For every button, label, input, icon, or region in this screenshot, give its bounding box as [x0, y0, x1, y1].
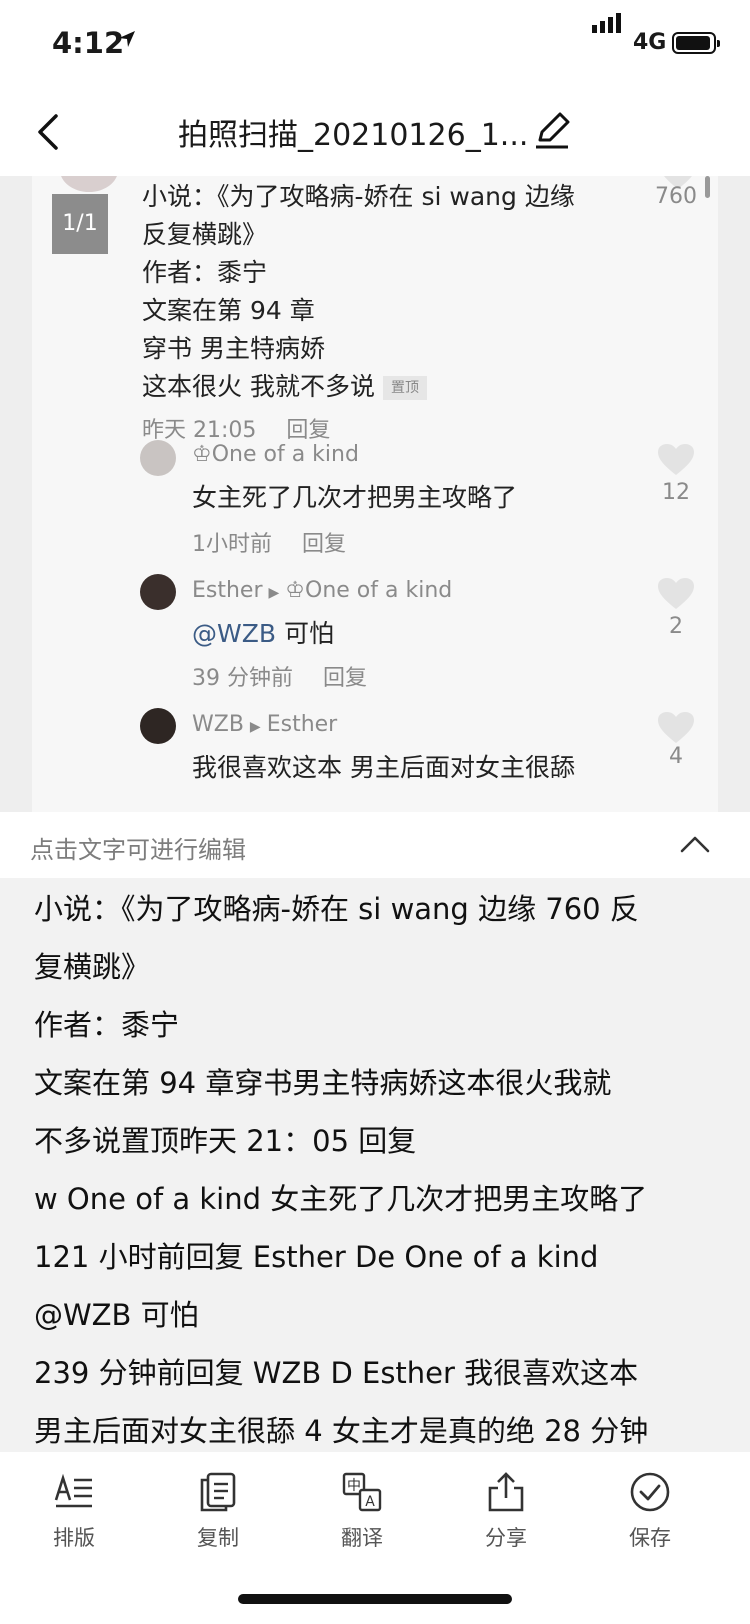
heart-icon — [658, 712, 694, 743]
reply-text: 我很喜欢这本 男主后面对女主很舔 — [192, 753, 575, 782]
like-count: 760 — [655, 184, 697, 209]
chevron-up-icon[interactable] — [680, 834, 710, 854]
copy-label: 复制 — [197, 1526, 239, 1550]
ocr-line[interactable]: 239 分钟前回复 WZB D Esther 我很喜欢这本 — [34, 1350, 638, 1392]
network-type: 4G — [633, 30, 667, 55]
reply-text: 女主死了几次才把男主攻略了 — [192, 483, 518, 512]
pin-badge: 置顶 — [382, 376, 427, 400]
nav-bar: 拍照扫描_20210126_1... — [0, 92, 750, 176]
reply-link: 回复 — [302, 532, 347, 557]
post-line: 文案在第 94 章 — [142, 296, 315, 325]
reply-author: ♔One of a kind — [192, 442, 359, 467]
ocr-line[interactable]: 复横跳》 — [34, 944, 150, 986]
avatar — [140, 440, 176, 476]
battery-icon — [672, 32, 720, 54]
share-button[interactable]: 分享 — [456, 1470, 556, 1552]
reply-text: @WZB 可怕 — [192, 619, 334, 648]
post-line: 这本很火 我就不多说 置顶 — [142, 368, 575, 406]
ocr-line[interactable]: 作者：黍宁 — [34, 1002, 179, 1044]
layout-icon — [54, 1473, 92, 1508]
ocr-line[interactable]: 小说：《为了攻略病-娇在 si wang 边缘 760 反 — [34, 886, 639, 928]
reply-author: WZB ▶ Esther — [192, 712, 338, 737]
ocr-line[interactable]: 文案在第 94 章穿书男主特病娇这本很火我就 — [34, 1060, 611, 1102]
reply-author: Esther ▶ ♔One of a kind — [192, 578, 453, 603]
status-time: 4:12 — [52, 26, 125, 60]
back-chevron-icon[interactable] — [30, 112, 70, 152]
status-bar: 4:12 4G — [0, 0, 750, 92]
layout-label: 排版 — [53, 1526, 95, 1550]
ocr-line[interactable]: 不多说置顶昨天 21：05 回复 — [34, 1118, 416, 1160]
copy-icon — [200, 1472, 236, 1512]
post-reply-link: 回复 — [286, 418, 331, 443]
ocr-line[interactable]: 121 小时前回复 Esther De One of a kind — [34, 1234, 598, 1276]
post-line: 作者：黍宁 — [142, 258, 268, 287]
save-check-icon — [630, 1472, 670, 1512]
svg-text:A: A — [365, 1494, 375, 1510]
location-arrow-icon — [119, 31, 135, 47]
reply-meta: 39 分钟前 回复 — [192, 660, 367, 692]
like-count: 12 — [662, 480, 690, 505]
post-body: 小说：《为了攻略病-娇在 si wang 边缘 反复横跳》 作者：黍宁 文案在第… — [142, 178, 575, 450]
layout-button[interactable]: 排版 — [24, 1470, 124, 1552]
translate-icon: 中 A — [342, 1472, 382, 1512]
home-indicator[interactable] — [238, 1594, 512, 1604]
reply-time: 39 分钟前 — [192, 666, 293, 691]
edit-hint-bar[interactable]: 点击文字可进行编辑 — [0, 812, 750, 878]
reply-meta: 1小时前 回复 — [192, 526, 346, 558]
recognized-text[interactable]: 小说：《为了攻略病-娇在 si wang 边缘 760 反 复横跳》 作者：黍宁… — [0, 878, 750, 1452]
ocr-line[interactable]: 男主后面对女主很舔 4 女主才是真的绝 28 分钟 — [34, 1408, 648, 1450]
like-count: 4 — [669, 744, 683, 769]
share-label: 分享 — [485, 1526, 527, 1550]
scanned-photo: 1/1 小说：《为了攻略病-娇在 si wang 边缘 反复横跳》 作者：黍宁 … — [0, 176, 750, 812]
avatar — [140, 574, 176, 610]
page-badge: 1/1 — [52, 194, 108, 254]
edit-pencil-icon[interactable] — [532, 110, 572, 150]
translate-label: 翻译 — [341, 1526, 383, 1550]
mention-link: @WZB — [192, 619, 276, 648]
edit-hint-text: 点击文字可进行编辑 — [30, 836, 246, 864]
share-icon — [488, 1472, 524, 1512]
post-line: 小说：《为了攻略病-娇在 si wang 边缘 — [142, 182, 575, 211]
save-button[interactable]: 保存 — [600, 1470, 700, 1552]
heart-icon — [658, 578, 694, 609]
like-count: 2 — [669, 614, 683, 639]
heart-icon — [658, 444, 694, 475]
reply-time: 1小时前 — [192, 532, 272, 557]
ocr-line[interactable]: w One of a kind 女主死了几次才把男主攻略了 — [34, 1176, 647, 1218]
post-line: 穿书 男主特病娇 — [142, 334, 325, 363]
avatar — [140, 708, 176, 744]
reply-link: 回复 — [323, 666, 368, 691]
copy-button[interactable]: 复制 — [168, 1470, 268, 1552]
ocr-line[interactable]: @WZB 可怕 — [34, 1292, 199, 1334]
translate-button[interactable]: 中 A 翻译 — [312, 1470, 412, 1552]
post-line: 反复横跳》 — [142, 220, 268, 249]
save-label: 保存 — [629, 1526, 671, 1550]
page-title: 拍照扫描_20210126_1... — [178, 118, 529, 153]
